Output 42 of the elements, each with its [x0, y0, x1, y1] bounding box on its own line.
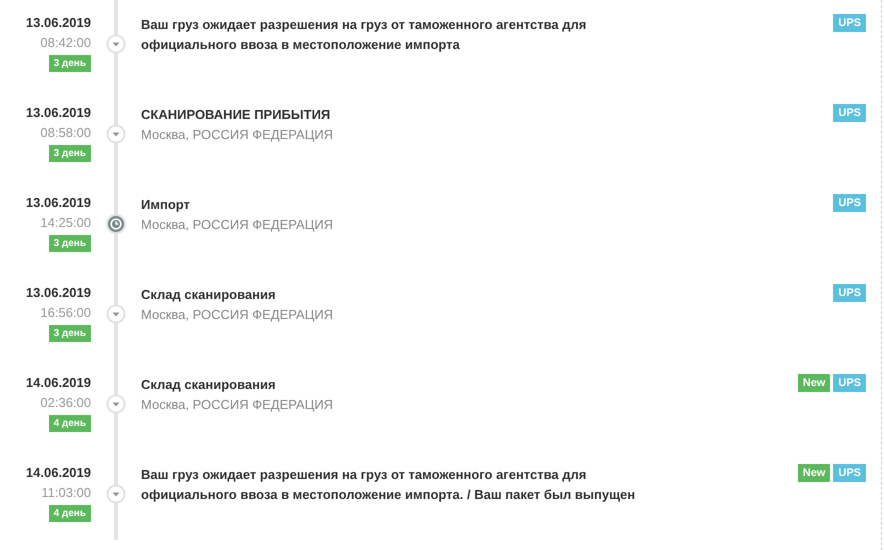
day-count-badge: 3 день	[48, 145, 91, 162]
event-time: 11:03:00	[41, 485, 91, 501]
event-date: 13.06.2019	[26, 285, 91, 301]
event-date: 13.06.2019	[26, 195, 91, 211]
caret-down-icon	[106, 394, 126, 414]
caret-down-icon	[106, 124, 126, 144]
event-title: Склад сканирования	[141, 286, 277, 304]
event-title: Склад сканирования	[141, 376, 277, 394]
event-date: 14.06.2019	[26, 465, 91, 481]
carrier-tag: UPS	[833, 464, 866, 482]
event-location: Москва, РОССИЯ ФЕДЕРАЦИЯ	[141, 396, 334, 414]
event-time: 14:25:00	[40, 215, 91, 231]
caret-down-icon	[106, 34, 126, 54]
event-time: 16:56:00	[40, 305, 91, 321]
day-count-badge: 4 день	[48, 505, 91, 522]
event-location: Москва, РОССИЯ ФЕДЕРАЦИЯ	[141, 126, 334, 144]
event-date: 14.06.2019	[26, 375, 91, 391]
carrier-tag: UPS	[833, 194, 866, 212]
day-count-badge: 3 день	[48, 55, 91, 72]
event-title: Импорт	[141, 196, 191, 214]
event-date: 13.06.2019	[26, 15, 91, 31]
day-count-badge: 3 день	[48, 325, 91, 342]
event-date: 13.06.2019	[26, 105, 91, 121]
carrier-tag: UPS	[833, 374, 866, 392]
event-time: 08:42:00	[40, 35, 91, 51]
clock-icon	[106, 214, 126, 234]
event-title: Ваш груз ожидает разрешения на груз от таможенного агентства для официального ввоза в местоположение импорта	[141, 16, 588, 54]
carrier-tag: New	[798, 374, 830, 392]
carrier-tag: UPS	[833, 284, 866, 302]
caret-down-icon	[106, 304, 126, 324]
event-time: 08:58:00	[40, 125, 91, 141]
carrier-tag: UPS	[833, 14, 866, 32]
day-count-badge: 3 день	[48, 235, 91, 252]
carrier-tag: New	[798, 464, 830, 482]
event-location: Москва, РОССИЯ ФЕДЕРАЦИЯ	[141, 306, 334, 324]
carrier-tag: UPS	[833, 104, 866, 122]
event-title: СКАНИРОВАНИЕ ПРИБЫТИЯ	[141, 106, 332, 124]
event-location: Москва, РОССИЯ ФЕДЕРАЦИЯ	[141, 216, 334, 234]
caret-down-icon	[106, 484, 126, 504]
event-time: 02:36:00	[40, 395, 91, 411]
day-count-badge: 4 день	[48, 415, 91, 432]
event-title: Ваш груз ожидает разрешения на груз от таможенного агентства для официального ввоза в местоположение импорта. / Ваш пакет был выпущен	[141, 466, 636, 504]
